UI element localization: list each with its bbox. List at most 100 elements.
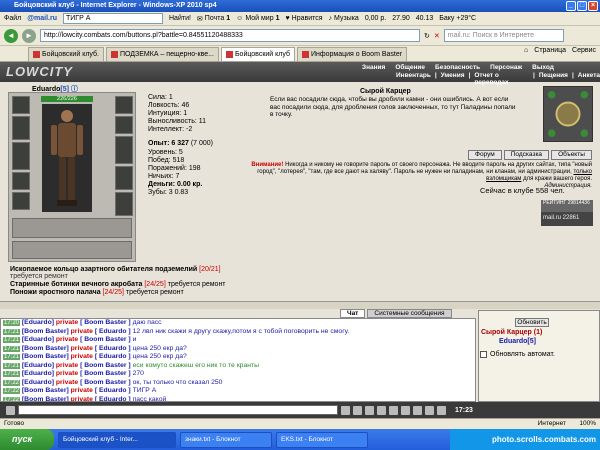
stop-icon[interactable]: ✕ xyxy=(434,32,440,40)
armor-slot[interactable] xyxy=(12,142,30,170)
mail-button[interactable]: ✉ Почта 1 xyxy=(197,15,230,23)
item-line[interactable]: Поножи яростного палача [24/25] требуетс… xyxy=(10,289,184,296)
find-button[interactable]: Найти! xyxy=(169,15,191,22)
web-search-input[interactable]: mail.ru: Поиск в Интернете xyxy=(443,29,564,42)
page-menu[interactable]: Страница xyxy=(534,47,566,54)
sound-icon[interactable] xyxy=(425,405,434,415)
tab-fightclub-active[interactable]: Бойцовский клуб xyxy=(220,47,295,61)
toolbar-search-input[interactable]: ТИГР А xyxy=(63,13,163,24)
chat-recipient[interactable]: [ Eduardo ] xyxy=(95,387,131,394)
nav-character[interactable]: Персонаж xyxy=(490,64,522,71)
auto-refresh-option[interactable]: Обновлять автомат. xyxy=(480,351,555,358)
nav-communication[interactable]: Общение xyxy=(395,64,425,71)
nav-transfers[interactable]: Отчет о переводах xyxy=(474,72,529,86)
chat-time[interactable]: 17:21 xyxy=(3,371,21,377)
chat-private-label[interactable]: private xyxy=(71,353,93,360)
chat-log[interactable]: 17:20 [Eduardo] private [ Boom Baster ] … xyxy=(0,318,476,402)
chat-private-label[interactable]: private xyxy=(56,336,78,343)
close-button[interactable]: × xyxy=(588,1,598,11)
music-icon[interactable] xyxy=(413,405,422,415)
eur-rate[interactable]: 40.13 xyxy=(416,15,434,22)
nav-exit[interactable]: Выход xyxy=(532,64,554,71)
zoom-level[interactable]: 100% xyxy=(579,419,596,429)
chat-private-label[interactable]: private xyxy=(71,387,93,394)
file-menu[interactable]: Файл xyxy=(4,15,21,22)
chat-recipient[interactable]: [ Boom Baster ] xyxy=(80,370,131,377)
earring-slot[interactable] xyxy=(115,96,133,114)
weapon-slot[interactable] xyxy=(12,116,30,140)
start-button[interactable]: пуск xyxy=(0,429,54,450)
tab-chat[interactable]: Чат xyxy=(340,309,366,318)
home-icon[interactable]: ⌂ xyxy=(524,47,528,54)
chat-line[interactable]: 17:21 [Eduardo] private [ Boom Baster ] … xyxy=(1,362,475,371)
chat-private-label[interactable]: private xyxy=(71,328,93,335)
chat-time[interactable]: 17:21 xyxy=(3,354,21,360)
belt-slot[interactable] xyxy=(12,172,30,190)
chat-input[interactable] xyxy=(18,405,338,415)
nav-pescheniya[interactable]: Пещения xyxy=(539,72,568,86)
weather-readout[interactable]: Баку +29°C xyxy=(439,15,476,22)
back-button[interactable]: ◄ xyxy=(4,28,18,43)
forum-button[interactable]: Форум xyxy=(468,150,502,160)
exit-icon[interactable] xyxy=(437,405,446,415)
item-line[interactable]: Ископаемое кольцо азартного обитателя по… xyxy=(10,266,221,280)
maximize-button[interactable]: □ xyxy=(577,1,587,11)
chat-sender[interactable]: [Eduardo] xyxy=(22,319,54,326)
refresh-users-button[interactable]: Обновить xyxy=(515,318,549,327)
chat-divider[interactable] xyxy=(0,301,600,309)
auto-refresh-checkbox[interactable] xyxy=(480,351,487,358)
belt-items-row[interactable] xyxy=(12,218,132,238)
task-notepad-znaki[interactable]: знаки.txt - Блокнот xyxy=(180,431,272,448)
chat-recipient[interactable]: [ Boom Baster ] xyxy=(80,362,131,369)
chat-recipient[interactable]: [ Boom Baster ] xyxy=(80,379,131,386)
chat-private-label[interactable]: private xyxy=(56,362,78,369)
chat-line[interactable]: 17:21 [Boom Baster] private [ Eduardo ] … xyxy=(1,345,475,354)
chat-private-label[interactable]: private xyxy=(56,319,78,326)
item-line[interactable]: Старинные ботинки вечного акробата [24/2… xyxy=(10,281,226,288)
chat-sender[interactable]: [Boom Baster] xyxy=(22,328,69,335)
room-map[interactable] xyxy=(543,86,593,142)
chat-sender[interactable]: [Eduardo] xyxy=(22,370,54,377)
chat-recipient[interactable]: [ Boom Baster ] xyxy=(80,319,131,326)
clear-icon[interactable] xyxy=(353,405,362,415)
task-browser[interactable]: Бойцовский клуб - Inter... xyxy=(58,431,176,448)
chat-line[interactable]: 17:22 [Boom Baster] private [ Eduardo ] … xyxy=(1,387,475,396)
room-user[interactable]: Eduardo[5] xyxy=(499,338,536,345)
service-menu[interactable]: Сервис xyxy=(572,47,596,54)
chat-time[interactable]: 17:22 xyxy=(3,379,21,386)
tab-system-messages[interactable]: Системные сообщения xyxy=(367,309,452,318)
chat-line[interactable]: 17:22 [Eduardo] private [ Boom Baster ] … xyxy=(1,379,475,388)
smiles-icon[interactable] xyxy=(377,405,386,415)
music-button[interactable]: ♪ Музыка xyxy=(329,15,359,22)
boots-slot[interactable] xyxy=(115,192,133,216)
chat-line[interactable]: 17:20 [Eduardo] private [ Boom Baster ] … xyxy=(1,319,475,328)
chat-recipient[interactable]: [ Eduardo ] xyxy=(95,353,131,360)
chat-time[interactable]: 17:21 xyxy=(3,362,21,369)
settings-icon[interactable] xyxy=(389,405,398,415)
amulet-slot[interactable] xyxy=(115,116,133,134)
chat-line[interactable]: 17:21 [Boom Baster] private [ Eduardo ] … xyxy=(1,353,475,362)
chat-time[interactable]: 17:21 xyxy=(3,337,21,343)
chat-line[interactable]: 17:21 [Boom Baster] private [ Eduardo ] … xyxy=(1,328,475,337)
nav-knowledge[interactable]: Знания xyxy=(362,64,385,71)
objects-button[interactable]: Объекты xyxy=(551,150,592,160)
chat-recipient[interactable]: [ Eduardo ] xyxy=(95,328,131,335)
send-icon[interactable] xyxy=(341,405,350,415)
mailru-logo[interactable]: @mail.ru xyxy=(27,15,57,22)
shield-slot[interactable] xyxy=(115,166,133,190)
chat-private-label[interactable]: private xyxy=(56,379,78,386)
chat-line[interactable]: 17:21 [Eduardo] private [ Boom Baster ] … xyxy=(1,370,475,379)
tab-info[interactable]: Информация о Boom Baster xyxy=(296,47,408,61)
chat-private-label[interactable]: private xyxy=(56,370,78,377)
chat-sender[interactable]: [Eduardo] xyxy=(22,379,54,386)
nav-profile[interactable]: Анкета xyxy=(578,72,600,86)
rating-counter[interactable]: РЕЙТИНГ 29814436 xyxy=(541,200,593,212)
refresh-icon[interactable]: ↻ xyxy=(424,32,430,40)
minimize-button[interactable]: _ xyxy=(566,1,576,11)
chat-sender[interactable]: [Boom Baster] xyxy=(22,353,69,360)
helmet-slot[interactable] xyxy=(12,96,30,114)
smiley-icon[interactable] xyxy=(6,405,15,415)
chat-time[interactable]: 17:22 xyxy=(3,388,21,394)
chat-sender[interactable]: [Boom Baster] xyxy=(22,387,69,394)
gloves-slot[interactable] xyxy=(115,136,133,164)
